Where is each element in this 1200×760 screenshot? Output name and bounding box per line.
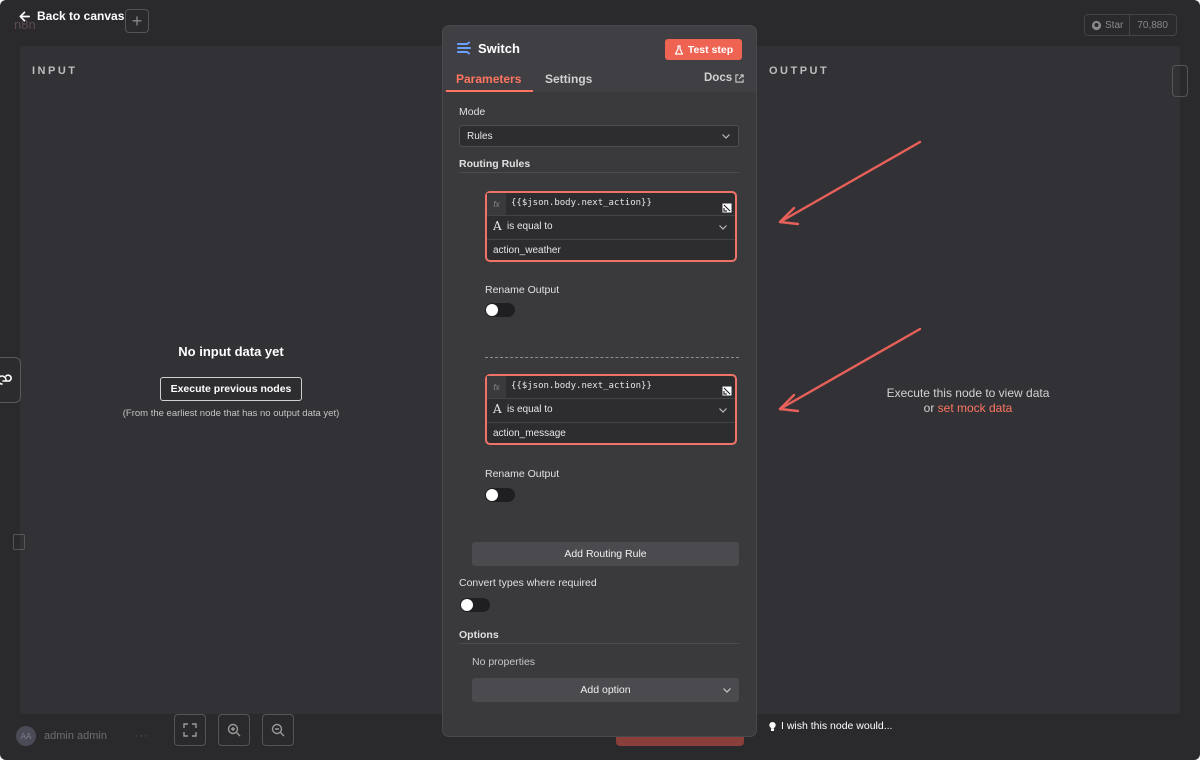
docs-label: Docs: [704, 72, 733, 84]
lightbulb-icon: [769, 721, 776, 731]
test-step-button[interactable]: Test step: [665, 39, 742, 60]
routing-rule-2: fx {{$json.body.next_action}} A is equal…: [485, 374, 737, 445]
app-frame: n8n Back to canvas + Star 70,880 INPUT N…: [0, 0, 1200, 760]
annotation-arrow-2: [778, 327, 922, 413]
toggle-knob: [486, 304, 498, 316]
rule-operator-select[interactable]: A is equal to: [487, 215, 735, 240]
github-icon: [1091, 20, 1102, 30]
set-mock-data-link[interactable]: set mock data: [938, 401, 1013, 415]
mode-label: Mode: [459, 106, 486, 118]
docs-link[interactable]: Docs: [704, 72, 744, 84]
fit-icon: [183, 723, 197, 737]
toggle-knob: [486, 489, 498, 501]
rename-output-toggle[interactable]: [485, 488, 515, 502]
tab-parameters[interactable]: Parameters: [456, 72, 521, 86]
feedback-link[interactable]: I wish this node would...: [768, 720, 892, 732]
zoom-in-icon: [227, 723, 241, 737]
chevron-down-icon: [719, 225, 727, 230]
add-node-button[interactable]: +: [125, 9, 149, 33]
rule-operator: is equal to: [507, 221, 553, 232]
mode-value: Rules: [467, 130, 493, 142]
section-divider: [459, 172, 739, 173]
add-option-select[interactable]: Add option: [472, 678, 739, 702]
string-type-icon: A: [493, 402, 502, 416]
flask-icon: [674, 44, 683, 55]
toggle-knob: [461, 599, 473, 611]
rule-value-input[interactable]: action_message: [493, 428, 566, 439]
expand-icon[interactable]: [722, 203, 732, 213]
node-parameters-panel: Switch Test step Parameters Settings Doc…: [443, 26, 756, 736]
chevron-down-icon: [722, 134, 730, 139]
zoom-out-button[interactable]: [262, 714, 294, 746]
convert-types-label: Convert types where required: [459, 577, 597, 589]
rule-expression-field[interactable]: fx {{$json.body.next_action}}: [487, 376, 735, 399]
rename-output-label: Rename Output: [485, 284, 560, 296]
rule-expression: {{$json.body.next_action}}: [511, 198, 652, 208]
input-pane-title: INPUT: [32, 65, 78, 77]
node-header: Switch Test step Parameters Settings Doc…: [443, 26, 756, 92]
rule-value-input[interactable]: action_weather: [493, 245, 561, 256]
more-icon[interactable]: ···: [135, 730, 149, 742]
tab-settings[interactable]: Settings: [545, 72, 592, 86]
zoom-out-icon: [271, 723, 285, 737]
expand-icon[interactable]: [722, 386, 732, 396]
switch-node-icon: [457, 41, 471, 55]
side-drag-handle[interactable]: [0, 357, 21, 403]
output-pane-title: OUTPUT: [769, 65, 830, 77]
input-empty-title: No input data yet: [178, 344, 284, 359]
expression-fx-badge: fx: [487, 193, 506, 215]
zoom-in-button[interactable]: [218, 714, 250, 746]
user-name: admin admin: [44, 730, 107, 742]
expression-fx-badge: fx: [487, 376, 506, 398]
chevron-down-icon: [719, 408, 727, 413]
canvas-ghost-element: [13, 534, 25, 550]
node-title[interactable]: Switch: [456, 40, 520, 56]
input-empty-state: No input data yet Execute previous nodes…: [118, 344, 344, 421]
annotation-arrow-1: [778, 140, 922, 226]
active-tab-indicator: [446, 90, 533, 92]
section-divider: [459, 643, 739, 644]
routing-rules-label: Routing Rules: [459, 158, 531, 170]
avatar: AA: [16, 726, 36, 746]
external-link-icon: [735, 73, 744, 83]
rule-operator-select[interactable]: A is equal to: [487, 398, 735, 423]
user-menu[interactable]: AA admin admin ···: [16, 726, 149, 746]
back-to-canvas-button[interactable]: Back to canvas: [18, 9, 124, 23]
rule-operator: is equal to: [507, 404, 553, 415]
rule-separator: [485, 357, 739, 358]
input-empty-hint: (From the earliest node that has no outp…: [122, 408, 340, 419]
github-star-label: Star: [1105, 19, 1124, 31]
rule-expression-field[interactable]: fx {{$json.body.next_action}}: [487, 193, 735, 216]
github-star-count: 70,880: [1137, 19, 1168, 31]
github-star-button[interactable]: Star 70,880: [1084, 14, 1177, 36]
node-name: Switch: [478, 40, 520, 56]
chevron-down-icon: [723, 688, 731, 693]
output-pane-edge: [1172, 65, 1188, 97]
test-step-label: Test step: [687, 43, 734, 56]
add-routing-rule-button[interactable]: Add Routing Rule: [472, 542, 739, 566]
arrow-left-icon: [19, 10, 30, 22]
mode-select[interactable]: Rules: [459, 125, 739, 147]
convert-types-toggle[interactable]: [460, 598, 490, 612]
rename-output-toggle[interactable]: [485, 303, 515, 317]
rule-expression: {{$json.body.next_action}}: [511, 381, 652, 391]
options-label: Options: [459, 629, 499, 641]
webhook-icon: [0, 374, 12, 385]
add-option-label: Add option: [580, 684, 631, 696]
back-to-canvas-label: Back to canvas: [37, 9, 125, 23]
feedback-label: I wish this node would...: [781, 720, 893, 732]
rename-output-label: Rename Output: [485, 468, 560, 480]
routing-rule-1: fx {{$json.body.next_action}} A is equal…: [485, 191, 737, 262]
execute-previous-nodes-button[interactable]: Execute previous nodes: [159, 377, 303, 401]
no-properties-text: No properties: [472, 656, 536, 668]
string-type-icon: A: [493, 219, 502, 233]
zoom-to-fit-button[interactable]: [174, 714, 206, 746]
